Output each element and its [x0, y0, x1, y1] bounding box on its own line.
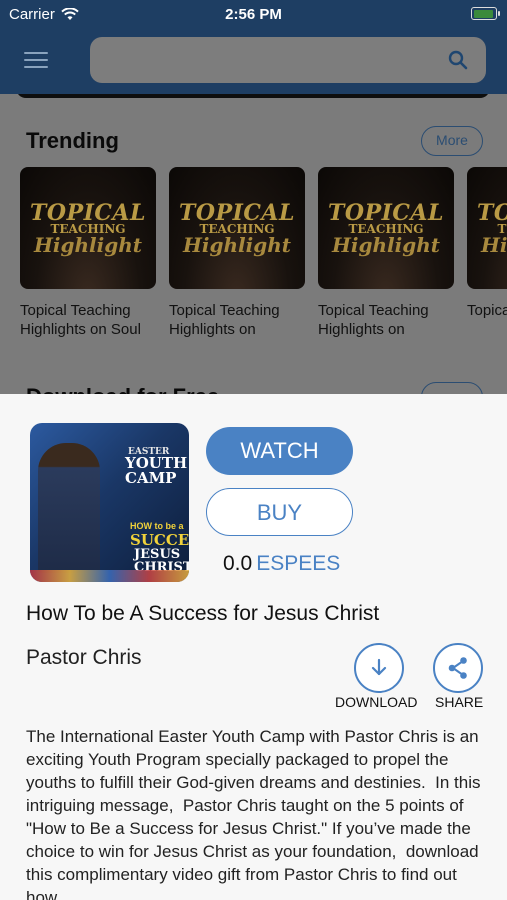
clock: 2:56 PM	[225, 6, 282, 23]
speaker-figure	[38, 443, 100, 573]
download-icon	[371, 658, 387, 676]
price-amount: 0.0	[223, 552, 253, 575]
trending-title: Trending	[26, 128, 119, 153]
video-author: Pastor Chris	[26, 646, 142, 669]
trending-card[interactable]: TOPICAL TEACHING Highlight Topical Teach…	[20, 167, 156, 339]
home-content: Trending More TOPICAL TEACHING Highlight…	[0, 94, 507, 394]
trending-card[interactable]: TOPICAL TEACHING Highlight Topical Teach…	[169, 167, 305, 339]
card-title: Topical Teaching Highlights on	[169, 302, 280, 338]
battery-icon	[471, 7, 500, 20]
video-title: How To be A Success for Jesus Christ	[26, 602, 380, 625]
share-label[interactable]: SHARE	[435, 694, 483, 710]
download-label[interactable]: DOWNLOAD	[335, 694, 417, 710]
search-icon[interactable]	[448, 50, 468, 70]
price-currency: ESPEES	[256, 552, 341, 575]
card-thumbnail: TOPICAL TEACHING Highlight	[169, 167, 305, 289]
buy-button[interactable]: BUY	[206, 488, 353, 536]
banner-edge	[16, 94, 490, 98]
trending-card[interactable]: TOPICAL TEACHING Highlight Topica Highli	[467, 167, 507, 339]
download-more-button[interactable]	[421, 382, 483, 394]
video-detail-sheet: EASTER YOUTH CAMP HOW to be a SUCCESS JE…	[0, 394, 507, 900]
card-thumbnail: TOPICAL TEACHING Highlight	[318, 167, 454, 289]
card-title: Topical Teaching Highlights on Soul	[20, 302, 141, 338]
video-description: The International Easter Youth Camp with…	[26, 727, 486, 900]
trending-carousel[interactable]: TOPICAL TEACHING Highlight Topical Teach…	[20, 167, 507, 339]
search-input[interactable]	[90, 37, 486, 83]
top-navbar	[0, 30, 507, 94]
card-thumbnail: TOPICAL TEACHING Highlight	[20, 167, 156, 289]
card-title: Topical Teaching Highlights on	[318, 302, 429, 338]
status-bar: Carrier 2:56 PM	[0, 0, 507, 30]
trending-card[interactable]: TOPICAL TEACHING Highlight Topical Teach…	[318, 167, 454, 339]
card-thumbnail: TOPICAL TEACHING Highlight	[467, 167, 507, 289]
share-icon	[448, 657, 467, 679]
video-cover-image: EASTER YOUTH CAMP HOW to be a SUCCESS JE…	[30, 423, 189, 582]
price: 0.0 ESPEES	[223, 552, 340, 576]
menu-icon[interactable]	[24, 52, 48, 70]
watch-button[interactable]: WATCH	[206, 427, 353, 475]
card-title: Topica Highli	[467, 302, 507, 319]
trending-more-button[interactable]: More	[421, 126, 483, 156]
download-section-title: Download for Free	[26, 384, 219, 394]
download-button[interactable]	[354, 643, 404, 693]
share-button[interactable]	[433, 643, 483, 693]
